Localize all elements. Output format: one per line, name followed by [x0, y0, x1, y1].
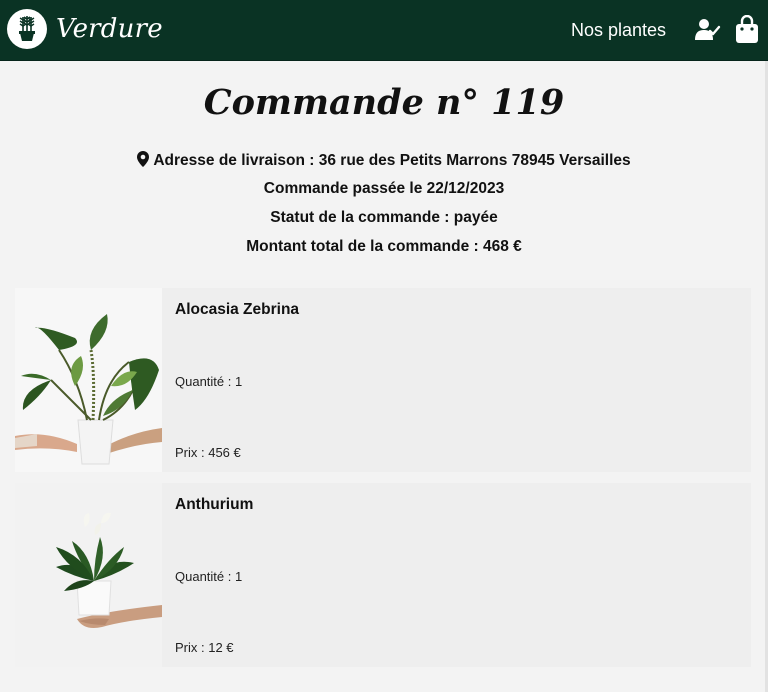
delivery-address: Adresse de livraison : 36 rue des Petits… [0, 151, 768, 172]
order-date: Commande passée le 22/12/2023 [263, 180, 505, 197]
order-item-card: Anthurium Quantité : 1 Prix : 12 € [15, 483, 751, 667]
order-item-card: Alocasia Zebrina Quantité : 1 Prix : 456… [15, 288, 751, 472]
product-quantity: Quantité : 1 [175, 569, 243, 584]
user-check-icon[interactable] [695, 17, 721, 47]
map-pin-icon [137, 151, 150, 172]
product-name: Anthurium [175, 496, 254, 513]
order-total: Montant total de la commande : 468 € [246, 238, 522, 255]
order-status: Statut de la commande : payée [270, 209, 498, 226]
product-name: Alocasia Zebrina [175, 301, 300, 318]
product-price: Prix : 456 € [175, 445, 241, 460]
shopping-bag-icon[interactable] [735, 14, 759, 48]
product-quantity: Quantité : 1 [175, 374, 243, 389]
brand-name: Verdure [56, 14, 163, 44]
nav-link-plants[interactable]: Nos plantes [571, 20, 666, 41]
delivery-address-text: Adresse de livraison : 36 rue des Petits… [153, 152, 631, 169]
product-price: Prix : 12 € [175, 640, 234, 655]
plant-photo-anthurium [15, 483, 162, 667]
plant-logo-icon [7, 9, 47, 49]
plant-photo-alocasia [15, 288, 162, 472]
order-title: Commande n° 119 [203, 82, 565, 123]
brand-link[interactable]: Verdure [7, 9, 163, 49]
navbar: Verdure Nos plantes [0, 0, 768, 61]
